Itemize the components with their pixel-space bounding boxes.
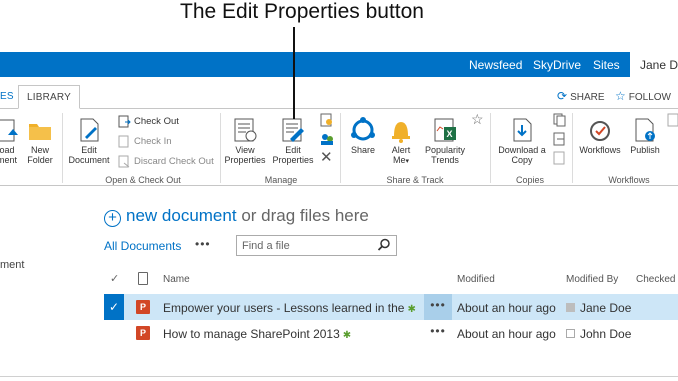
search-icon[interactable] — [377, 238, 391, 252]
table-row[interactable]: ✓ P Empower your users - Lessons learned… — [104, 294, 678, 320]
open-menu-button[interactable]: ••• — [424, 320, 452, 346]
publish-icon — [632, 117, 658, 143]
group-separator — [490, 113, 491, 183]
delete-icon[interactable]: ✕ — [320, 150, 333, 165]
view-properties-icon — [232, 117, 258, 143]
callout-line — [293, 27, 295, 119]
check-in-icon — [118, 135, 131, 148]
modified-by-value[interactable]: John Doe — [566, 327, 631, 341]
download-copy-button[interactable]: Download a Copy — [494, 117, 550, 165]
suitebar-link-skydrive[interactable]: SkyDrive — [533, 58, 581, 72]
popularity-trends-button[interactable]: X Popularity Trends — [420, 117, 470, 165]
check-out-icon — [118, 115, 131, 128]
ribbon: oad ment New Folder Edit Document Check … — [0, 109, 678, 186]
views-more-button[interactable]: ••• — [195, 237, 211, 251]
version-history-icon[interactable] — [320, 113, 334, 132]
edit-properties-button[interactable]: Edit Properties — [270, 117, 316, 165]
new-item-icon: ✱ — [407, 304, 416, 315]
document-type-icon — [138, 272, 148, 285]
document-name-link[interactable]: Empower your users - Lessons learned in … — [163, 301, 416, 315]
modified-by-value[interactable]: Jane Doe — [566, 301, 631, 315]
group-label-manage: Manage — [264, 175, 298, 185]
group-separator — [62, 113, 63, 183]
row-checkbox[interactable]: ✓ — [104, 294, 124, 320]
group-separator — [220, 113, 221, 183]
upload-icon — [0, 117, 20, 143]
document-name-link[interactable]: How to manage SharePoint 2013 ✱ — [163, 327, 351, 341]
row-checkbox[interactable] — [104, 320, 124, 346]
copy-icon[interactable] — [553, 113, 567, 132]
table-row[interactable]: P How to manage SharePoint 2013 ✱ ••• Abo… — [104, 320, 678, 346]
column-header-checked-out[interactable]: Checked O — [636, 274, 678, 285]
group-label-workflows: Workflows — [608, 175, 650, 185]
view-all-documents[interactable]: All Documents — [104, 239, 181, 253]
upload-document-button[interactable]: oad ment — [0, 117, 22, 165]
follow-star-icon[interactable]: ☆ — [471, 111, 484, 128]
annotation-text: The Edit Properties button — [180, 0, 424, 23]
folder-icon — [27, 117, 53, 143]
workflows-button[interactable]: Workflows — [576, 117, 624, 155]
modified-value: About an hour ago — [457, 301, 556, 315]
group-label-open-checkout: Open & Check Out — [105, 175, 181, 185]
find-file-input[interactable] — [242, 239, 372, 253]
select-all-checkmark-icon[interactable]: ✓ — [110, 272, 119, 285]
tab-library[interactable]: LIBRARY — [18, 85, 81, 109]
svg-text:X: X — [447, 129, 453, 139]
left-nav-item[interactable]: ment — [0, 259, 24, 271]
view-properties-button[interactable]: View Properties — [222, 117, 268, 165]
check-out-button[interactable]: Check Out — [118, 115, 179, 128]
suitebar-link-sites[interactable]: Sites — [593, 58, 620, 72]
share-sync-icon: ⟳ — [557, 89, 568, 103]
unpublish-icon[interactable] — [667, 113, 678, 132]
share-page-button[interactable]: ⟳ SHARE — [557, 89, 605, 103]
discard-icon — [118, 155, 131, 168]
edit-document-icon — [76, 117, 102, 143]
check-in-button[interactable]: Check In — [118, 135, 172, 148]
follow-button[interactable]: ☆ FOLLOW — [615, 89, 671, 103]
open-menu-button[interactable]: ••• — [424, 294, 452, 320]
workflows-icon — [587, 117, 613, 143]
powerpoint-file-icon: P — [136, 300, 150, 314]
ribbon-tab-row: ES LIBRARY ⟳ SHARE ☆ FOLLOW — [0, 77, 678, 109]
user-menu[interactable]: Jane Do — [630, 52, 678, 77]
annotation-callout: The Edit Properties button — [0, 0, 678, 52]
new-folder-button[interactable]: New Folder — [25, 117, 55, 165]
bottom-divider — [0, 376, 678, 377]
new-item-icon: ✱ — [342, 330, 352, 341]
group-label-share-track: Share & Track — [386, 175, 444, 185]
suitebar-link-newsfeed[interactable]: Newsfeed — [469, 58, 522, 72]
suite-bar: Newsfeed SkyDrive Sites Jane Do — [0, 52, 678, 77]
dropdown-arrow-icon: ▾ — [405, 158, 410, 165]
manage-copies-icon[interactable] — [553, 151, 567, 170]
powerpoint-file-icon: P — [136, 326, 150, 340]
send-to-icon[interactable] — [553, 132, 567, 151]
bell-icon — [388, 117, 414, 143]
discard-check-out-button[interactable]: Discard Check Out — [118, 155, 214, 168]
column-header-modified-by[interactable]: Modified By — [566, 274, 618, 285]
column-header-name[interactable]: Name — [163, 274, 190, 285]
edit-document-button[interactable]: Edit Document — [66, 117, 112, 165]
edit-properties-icon — [280, 117, 306, 143]
group-separator — [340, 113, 341, 183]
star-icon: ☆ — [615, 89, 626, 103]
excel-trends-icon: X — [432, 117, 458, 143]
find-file-search[interactable] — [236, 235, 397, 256]
group-separator — [572, 113, 573, 183]
presence-icon — [566, 303, 575, 312]
publish-button[interactable]: Publish — [627, 117, 663, 155]
share-button[interactable]: Share — [345, 117, 381, 155]
download-icon — [509, 117, 535, 143]
new-document-link[interactable]: + new document or drag files here — [104, 206, 369, 227]
column-header-modified[interactable]: Modified — [457, 274, 495, 285]
share-icon — [350, 117, 376, 143]
group-label-copies: Copies — [515, 175, 544, 185]
plus-circle-icon: + — [104, 210, 121, 227]
alert-me-button[interactable]: Alert Me▾ — [385, 117, 417, 167]
modified-value: About an hour ago — [457, 327, 556, 341]
presence-icon — [566, 329, 575, 338]
